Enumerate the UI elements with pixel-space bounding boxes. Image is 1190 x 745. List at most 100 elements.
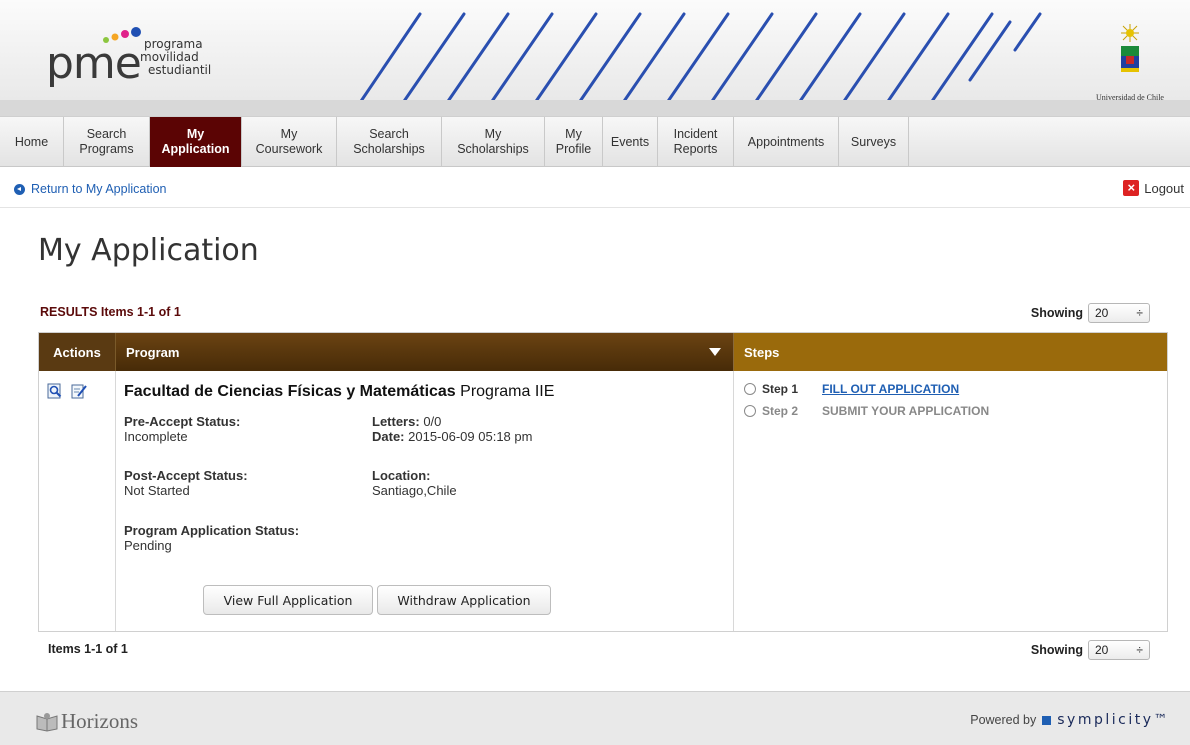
step-number: Step 1 (762, 382, 799, 396)
university-name: Universidad de Chile (1096, 93, 1164, 102)
nav-my-scholarships[interactable]: My Scholarships (442, 117, 545, 167)
return-to-application-link[interactable]: Return to My Application (14, 182, 167, 196)
results-prefix: RESULTS (40, 305, 98, 319)
program-title: Facultad de Ciencias Físicas y Matemátic… (124, 383, 725, 401)
pre-accept-status: Pre-Accept Status: Incomplete (124, 414, 240, 444)
view-full-application-button[interactable]: View Full Application (203, 585, 373, 615)
header-actions: Actions (39, 333, 116, 371)
nav-label-line2: Scholarships (457, 142, 529, 156)
powered-by-label: Powered by (970, 713, 1037, 727)
items-count-bottom: Items 1-1 of 1 (48, 642, 128, 656)
nav-label-line1: Search (86, 127, 127, 141)
applications-table: Actions Program Steps Facultad de Cienci… (38, 332, 1168, 632)
header-banner: pme programa movilidad estudiantil Unive… (0, 0, 1190, 117)
row-actions (39, 371, 116, 631)
nav-label-line1: Incident (673, 127, 718, 141)
powered-by: Powered by symplicity™ (970, 712, 1170, 728)
step-1: Step 1 FILL OUT APPLICATION (744, 382, 959, 396)
nav-home[interactable]: Home (0, 117, 64, 167)
nav-my-application[interactable]: My Application (150, 117, 242, 167)
horizons-book-icon (36, 712, 58, 732)
banner-stripe (0, 100, 1190, 116)
per-page-select[interactable]: 20 ÷ (1088, 303, 1150, 323)
nav-events[interactable]: Events (603, 117, 658, 167)
nav-label: Appointments (747, 134, 825, 149)
header-steps: Steps (734, 333, 1167, 371)
nav-label-line2: Profile (555, 142, 592, 156)
nav-incident-reports[interactable]: Incident Reports (658, 117, 734, 167)
withdraw-application-button[interactable]: Withdraw Application (377, 585, 551, 615)
letters-value: 0/0 (423, 414, 442, 429)
header-program-label: Program (126, 344, 180, 360)
program-application-status: Program Application Status: Pending (124, 523, 299, 553)
nav-label-line1: My (565, 127, 582, 141)
nav-label-line2: Reports (673, 142, 718, 156)
pme-logo[interactable]: pme programa movilidad estudiantil (40, 20, 260, 95)
logout-label: Logout (1144, 180, 1184, 196)
row-program: Facultad de Ciencias Físicas y Matemátic… (116, 371, 734, 631)
fill-out-application-link[interactable]: FILL OUT APPLICATION (822, 382, 959, 396)
return-label: Return to My Application (31, 182, 167, 196)
logo-pme-text: pme (46, 38, 142, 89)
nav-label-line2: Programs (79, 142, 134, 156)
nav-my-coursework[interactable]: My Coursework (242, 117, 337, 167)
location-value: Santiago,Chile (372, 483, 457, 498)
nav-label-line1: My (484, 127, 502, 141)
program-name: Facultad de Ciencias Físicas y Matemátic… (124, 383, 456, 400)
view-magnifier-icon[interactable] (47, 383, 63, 399)
nav-label-line1: My (186, 127, 205, 141)
post-accept-status: Post-Accept Status: Not Started (124, 468, 248, 498)
table-header: Actions Program Steps (39, 333, 1167, 371)
select-arrows-icon: ÷ (1136, 643, 1143, 657)
date-label: Date: (372, 429, 405, 444)
logo-word-3: estudiantil (148, 63, 212, 77)
nav-my-profile[interactable]: My Profile (545, 117, 603, 167)
header-program[interactable]: Program (116, 333, 734, 371)
nav-label: Events (610, 134, 650, 149)
nav-surveys[interactable]: Surveys (839, 117, 909, 167)
table-row: Facultad de Ciencias Físicas y Matemátic… (39, 371, 1167, 631)
nav-label-line2: Scholarships (353, 142, 425, 156)
logout-button[interactable]: × Logout (1123, 180, 1184, 196)
nav-label-line1: My (280, 127, 298, 141)
pre-accept-value: Incomplete (124, 429, 188, 444)
university-logo[interactable]: Universidad de Chile (1080, 22, 1180, 102)
program-app-status-label: Program Application Status: (124, 523, 300, 538)
step-2: Step 2 SUBMIT YOUR APPLICATION (744, 404, 989, 418)
footer: Horizons Powered by symplicity™ (0, 691, 1190, 745)
results-items: Items 1-1 of 1 (100, 305, 181, 319)
nav-label-line2: Coursework (255, 142, 323, 156)
sort-down-icon[interactable] (709, 348, 721, 356)
pre-accept-label: Pre-Accept Status: (124, 414, 241, 429)
symplicity-logo[interactable]: symplicity™ (1057, 712, 1170, 728)
main-nav: Home Search Programs My Application My Cour… (0, 117, 1190, 167)
per-page-select[interactable]: 20 ÷ (1088, 640, 1150, 660)
page-title: My Application (38, 233, 259, 268)
nav-search-scholarships[interactable]: Search Scholarships (337, 117, 442, 167)
post-accept-label: Post-Accept Status: (124, 468, 248, 483)
per-page-value: 20 (1095, 306, 1109, 320)
date-value: 2015-06-09 05:18 pm (408, 429, 533, 444)
nav-appointments[interactable]: Appointments (734, 117, 839, 167)
submit-application-label: SUBMIT YOUR APPLICATION (822, 404, 990, 418)
horizons-logo[interactable]: Horizons (36, 709, 138, 734)
location: Location: Santiago,Chile (372, 468, 457, 498)
nav-label-line2: Application (161, 142, 230, 156)
nav-search-programs[interactable]: Search Programs (64, 117, 150, 167)
showing-control-top: Showing 20 ÷ (1031, 303, 1150, 323)
nav-label: Home (14, 134, 49, 149)
step-radio[interactable] (744, 383, 756, 395)
results-count: RESULTS Items 1-1 of 1 (40, 305, 181, 319)
university-seal-icon (1121, 24, 1139, 72)
step-radio[interactable] (744, 405, 756, 417)
post-accept-value: Not Started (124, 483, 190, 498)
letters-date: Letters: 0/0 Date: 2015-06-09 05:18 pm (372, 414, 532, 444)
showing-label: Showing (1030, 643, 1083, 657)
sub-bar: Return to My Application × Logout (0, 168, 1190, 208)
horizons-text: Horizons (61, 709, 138, 733)
logo-words: programa movilidad estudiantil (140, 38, 212, 77)
program-suffix: Programa IIE (455, 383, 555, 400)
per-page-value: 20 (1095, 643, 1109, 657)
edit-document-icon[interactable] (71, 383, 87, 399)
step-number: Step 2 (762, 404, 799, 418)
